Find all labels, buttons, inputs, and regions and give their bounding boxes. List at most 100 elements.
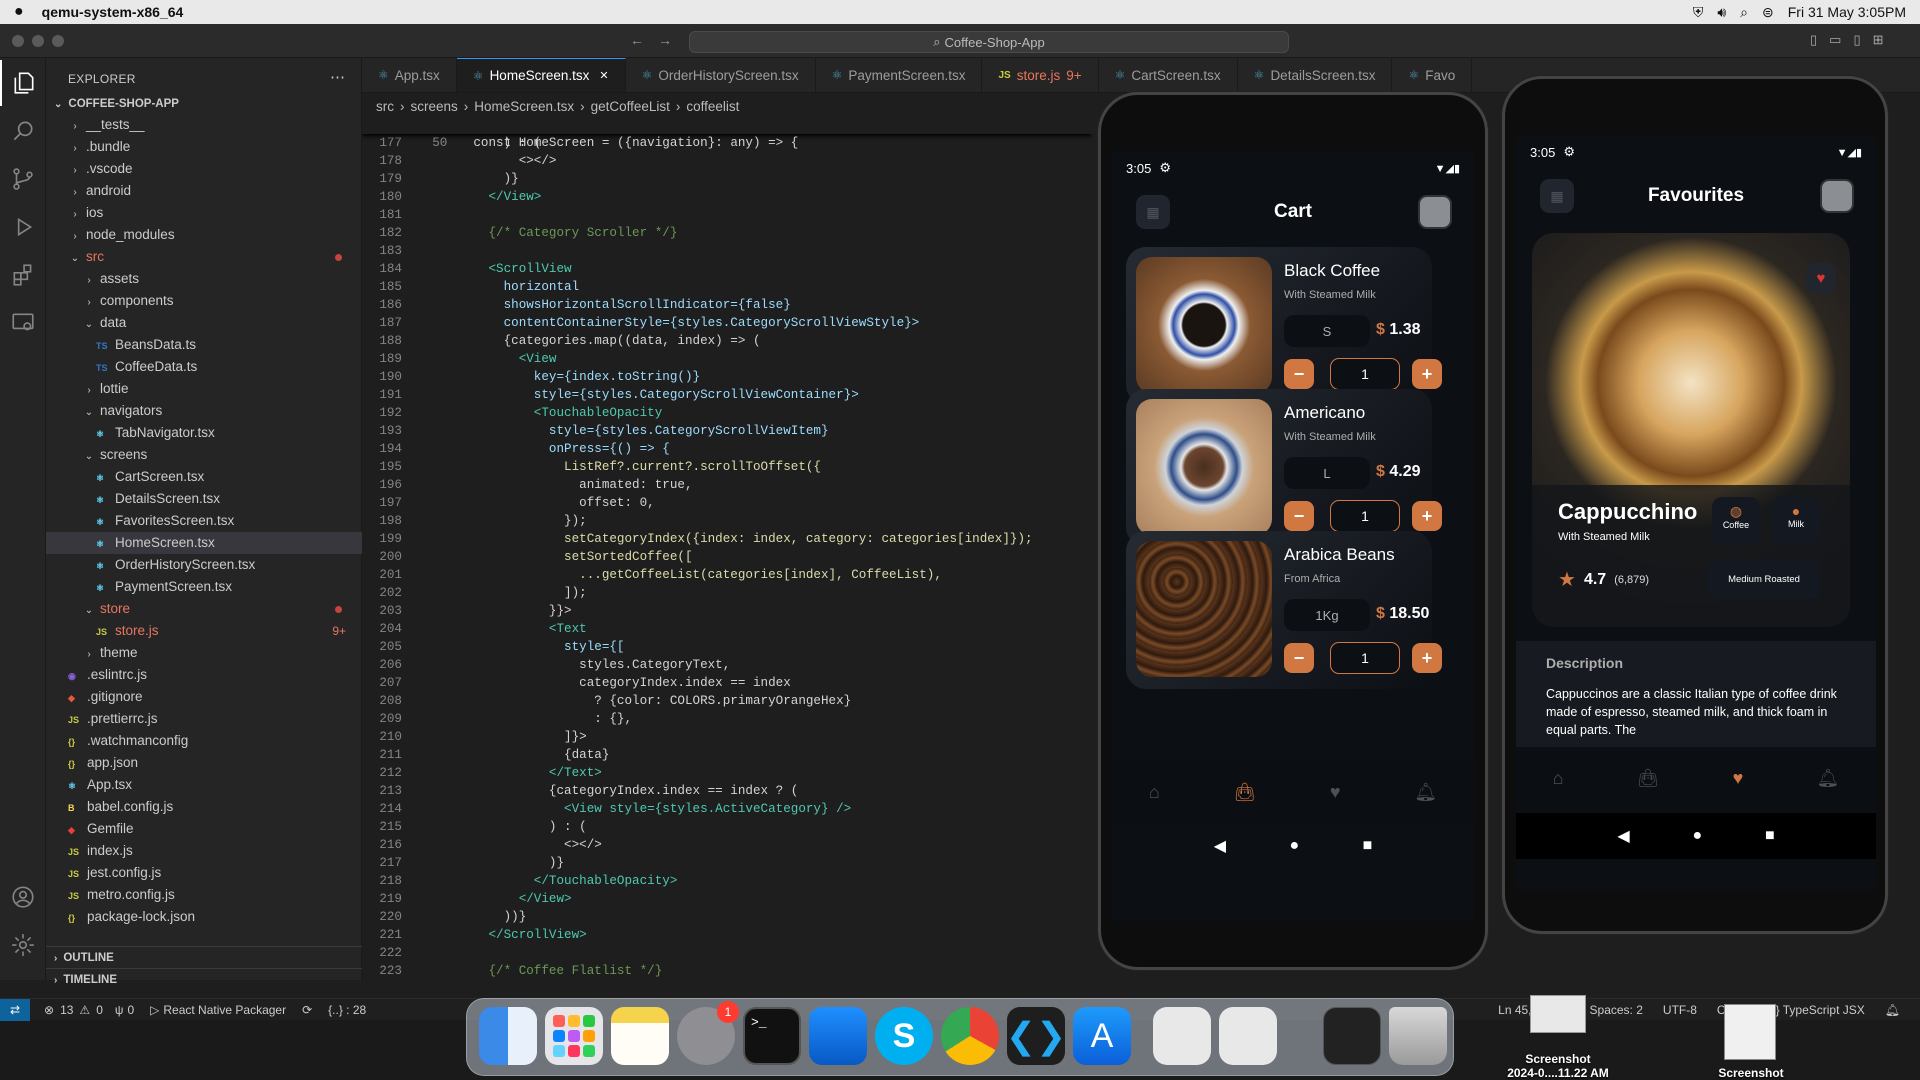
code-line[interactable]: 185 horizontal [362,278,1092,296]
recents-nav-icon[interactable]: ■ [1363,837,1373,855]
toggle-sidebar-icon[interactable]: ▯ [1810,32,1817,48]
file-tree-item[interactable]: JS metro.config.js [46,884,362,906]
file-tree-item[interactable]: › .bundle [46,136,362,158]
menu-grid-icon[interactable]: ▦ [1540,179,1574,213]
code-line[interactable]: 215 ) : ( [362,818,1092,836]
ports-indicator[interactable]: ψ0 [115,1003,134,1017]
cart-tab-icon[interactable]: 👜︎ [1233,782,1256,803]
code-line[interactable]: 180 </View> [362,188,1092,206]
desktop-file-label[interactable]: Screenshot 2024-0....11.22 AM [1480,1052,1636,1080]
file-tree-item[interactable]: ⚛ CartScreen.tsx [46,466,362,488]
increase-qty-button[interactable]: + [1412,643,1442,673]
code-editor[interactable]: 50 const HomeScreen = ({navigation}: any)… [362,116,1092,978]
notifications-bell-icon[interactable]: 🔔︎ [1885,1003,1900,1017]
menubar-app-name[interactable]: qemu-system-x86_64 [42,4,184,20]
file-tree-item[interactable]: ⚛ OrderHistoryScreen.tsx [46,554,362,576]
app-store-icon[interactable]: A [1073,1007,1131,1065]
file-tree-item[interactable]: ◆ .gitignore [46,686,362,708]
file-tree-item[interactable]: ◉ .eslintrc.js [46,664,362,686]
back-nav-icon[interactable]: ◀ [1617,826,1629,846]
file-tree-item[interactable]: {} app.json [46,752,362,774]
code-line[interactable]: 222 [362,944,1092,962]
code-line[interactable]: 216 <></> [362,836,1092,854]
home-nav-icon[interactable]: ● [1692,827,1702,845]
breadcrumb-item[interactable]: coffeelist [686,99,739,114]
cart-item-card[interactable]: Black Coffee With Steamed Milk S $ 1.38 −1 + [1126,247,1442,405]
screenshot-thumbnail-icon-2[interactable] [1724,1004,1776,1060]
run-debug-icon[interactable] [0,204,46,250]
file-tree-item[interactable]: {} .watchmanconfig [46,730,362,752]
quantity-field[interactable]: 1 [1330,358,1400,390]
packager-indicator[interactable]: ▷ React Native Packager [150,1003,286,1017]
notes-icon[interactable] [611,1007,669,1065]
search-icon[interactable]: ⌕ [1740,4,1748,21]
increase-qty-button[interactable]: + [1412,501,1442,531]
file-tree-item[interactable]: › .vscode [46,158,362,180]
file-tree-item[interactable]: ⚛ App.tsx [46,774,362,796]
sync-icon[interactable]: ⟳ [302,1003,312,1017]
trash-icon[interactable] [1389,1007,1447,1065]
code-line[interactable]: 181 [362,206,1092,224]
forward-arrow-icon[interactable]: → [658,32,672,48]
file-tree-item[interactable]: › lottie [46,378,362,400]
notifications-tab-icon[interactable]: 🔔︎ [1817,768,1840,789]
file-tree-item[interactable]: › __tests__ [46,114,362,136]
code-line[interactable]: 223 {/* Coffee Flatlist */} [362,962,1092,978]
system-settings-icon[interactable]: 1 [677,1001,739,1065]
code-line[interactable]: 194 onPress={() => { [362,440,1092,458]
editor-tab[interactable]: ⚛ Favo [1392,58,1473,92]
code-line[interactable]: 198 }); [362,512,1092,530]
file-tree-item[interactable]: JS .prettierrc.js [46,708,362,730]
close-window-button[interactable] [12,35,24,47]
file-tree-item[interactable]: › ios [46,202,362,224]
cart-tab-icon[interactable]: 👜︎ [1637,768,1660,789]
code-line[interactable]: 218 </TouchableOpacity> [362,872,1092,890]
breadcrumb-item[interactable]: src [376,99,394,114]
breadcrumb-item[interactable]: getCoffeeList [591,99,670,114]
breadcrumb-item[interactable]: screens [411,99,458,114]
volume-icon[interactable]: 🔊︎ [1717,4,1726,21]
apple-icon[interactable]: ● [14,3,24,21]
encoding[interactable]: UTF-8 [1663,1003,1697,1017]
code-line[interactable]: 199 setCategoryIndex({index: index, cate… [362,530,1092,548]
product-card[interactable]: ♥ Cappucchino With Steamed Milk ◍ Coffee… [1532,233,1850,627]
code-line[interactable]: 183 [362,242,1092,260]
explorer-icon[interactable] [0,60,46,106]
home-tab-icon[interactable]: ⌂ [1553,768,1564,789]
editor-tab[interactable]: ⚛ DetailsScreen.tsx [1238,58,1393,92]
increase-qty-button[interactable]: + [1412,359,1442,389]
timeline-section[interactable]: › TIMELINE [46,968,362,990]
file-tree-item[interactable]: JS index.js [46,840,362,862]
finder-icon[interactable] [479,1007,537,1065]
code-line[interactable]: 200 setSortedCoffee([ [362,548,1092,566]
indentation[interactable]: Spaces: 2 [1590,1003,1643,1017]
editor-tab[interactable]: ⚛ HomeScreen.tsx ✕ [456,58,626,92]
android-emulator-icon[interactable] [1153,1007,1211,1065]
account-icon[interactable] [0,874,46,920]
source-control-icon[interactable] [0,156,46,202]
breadcrumb-item[interactable]: HomeScreen.tsx [474,99,574,114]
android-emulator-icon-2[interactable] [1219,1007,1277,1065]
code-line[interactable]: 204 <Text [362,620,1092,638]
braces-indicator[interactable]: {..} : 28 [328,1003,366,1017]
code-line[interactable]: 221 </ScrollView> [362,926,1092,944]
file-tree-item[interactable]: › components [46,290,362,312]
chrome-icon[interactable] [941,1007,999,1065]
file-tree-item[interactable]: JS store.js 9+ [46,620,362,642]
code-line[interactable]: 209 : {}, [362,710,1092,728]
workspace-root[interactable]: ⌄ COFFEE-SHOP-APP [54,98,179,110]
code-line[interactable]: 192 <TouchableOpacity [362,404,1092,422]
code-line[interactable]: 188 {categories.map((data, index) => ( [362,332,1092,350]
quantity-field[interactable]: 1 [1330,642,1400,674]
desktop-file-label-2[interactable]: Screenshot [1696,1066,1806,1080]
code-line[interactable]: 206 styles.CategoryText, [362,656,1092,674]
code-line[interactable]: 211 {data} [362,746,1092,764]
editor-tab[interactable]: ⚛ PaymentScreen.tsx [816,58,983,92]
file-tree-item[interactable]: TS CoffeeData.ts [46,356,362,378]
code-line[interactable]: 210 ]}> [362,728,1092,746]
extensions-icon[interactable] [0,252,46,298]
home-tab-icon[interactable]: ⌂ [1149,782,1160,803]
home-nav-icon[interactable]: ● [1289,837,1299,855]
favourites-tab-icon[interactable]: ♥ [1733,768,1744,789]
menu-grid-icon[interactable]: ▦ [1136,195,1170,229]
